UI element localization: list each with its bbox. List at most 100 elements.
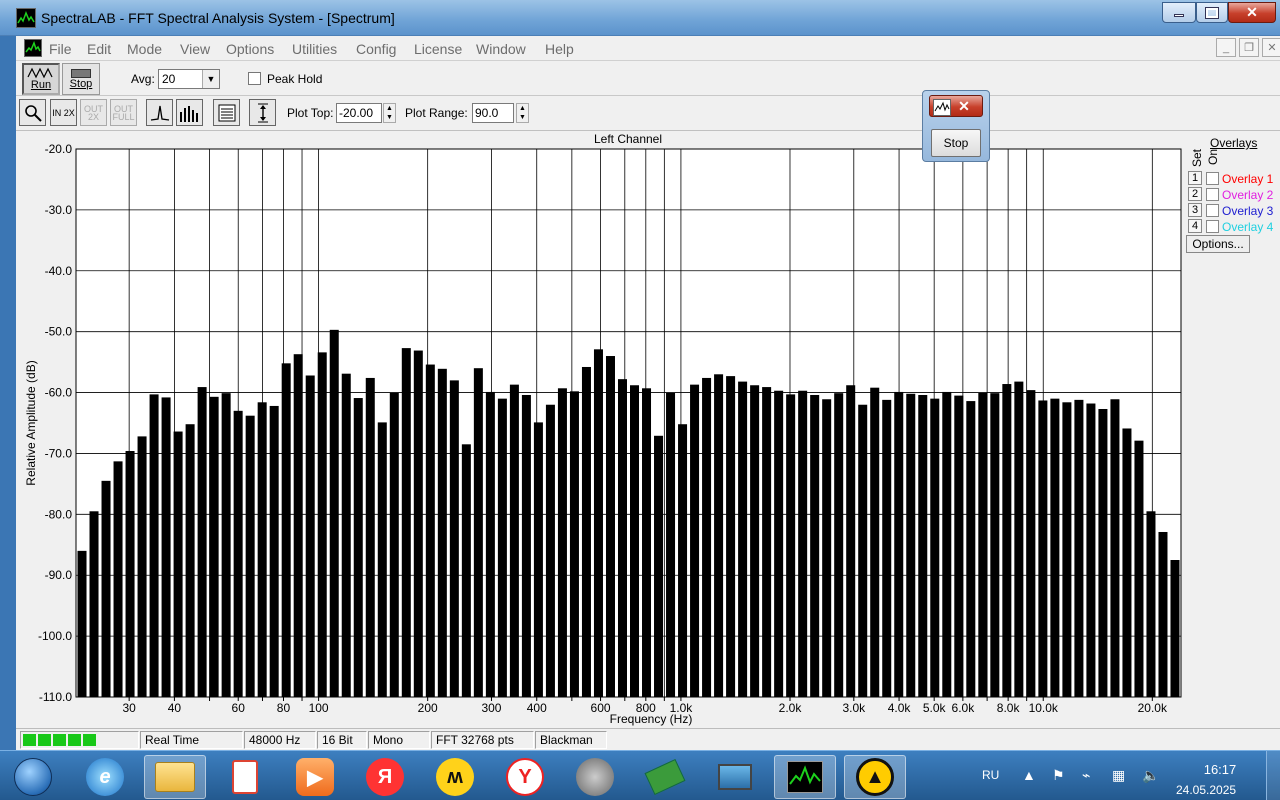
y-tick-label: -50.0 bbox=[45, 325, 73, 339]
overlay-on-checkbox[interactable] bbox=[1206, 220, 1219, 233]
x-tick-label: 4.0k bbox=[888, 701, 912, 715]
start-button[interactable] bbox=[4, 754, 62, 800]
chevron-down-icon[interactable]: ▼ bbox=[202, 70, 219, 88]
menu-window[interactable]: Window bbox=[476, 41, 526, 57]
taskbar-yandex[interactable]: Я bbox=[354, 755, 416, 799]
x-tick-label: 200 bbox=[418, 701, 438, 715]
run-button[interactable]: Run bbox=[22, 63, 60, 95]
maximize-icon bbox=[1205, 6, 1219, 19]
menu-options[interactable]: Options bbox=[226, 41, 274, 57]
taskbar-app-9[interactable] bbox=[634, 755, 696, 799]
taskbar-computer[interactable] bbox=[704, 755, 766, 799]
peak-hold-checkbox[interactable] bbox=[248, 72, 261, 85]
spectrum-bar bbox=[401, 348, 411, 697]
spectrum-bar bbox=[341, 373, 351, 697]
overlay-set-button[interactable]: 2 bbox=[1188, 187, 1202, 201]
overlays-title[interactable]: Overlays bbox=[1210, 136, 1257, 150]
y-tick-label: -100.0 bbox=[38, 629, 72, 643]
zoom-out-full-button[interactable]: OUT FULL bbox=[110, 99, 137, 126]
overlay-on-checkbox[interactable] bbox=[1206, 172, 1219, 185]
taskbar-media-player[interactable]: ▶ bbox=[284, 755, 346, 799]
menu-view[interactable]: View bbox=[180, 41, 210, 57]
spectrum-bar bbox=[137, 436, 147, 697]
taskbar-yandex-music[interactable]: ʍ bbox=[424, 755, 486, 799]
spectrum-bar bbox=[690, 384, 700, 697]
spectrum-bar bbox=[377, 422, 387, 697]
document-icon[interactable] bbox=[24, 39, 42, 57]
spectrum-bar bbox=[521, 394, 531, 697]
spectrum-bar bbox=[906, 393, 916, 697]
line-plot-button[interactable] bbox=[146, 99, 173, 126]
level-led bbox=[38, 734, 51, 746]
level-led bbox=[83, 734, 96, 746]
x-tick-label: 6.0k bbox=[952, 701, 976, 715]
menu-edit[interactable]: Edit bbox=[87, 41, 111, 57]
overlay-set-button[interactable]: 3 bbox=[1188, 203, 1202, 217]
tray-expand-icon[interactable]: ▲ bbox=[1022, 767, 1036, 783]
spectrum-bar bbox=[882, 399, 892, 697]
spectralab-app-icon[interactable] bbox=[16, 8, 36, 28]
mdi-restore-button[interactable]: ❐ bbox=[1239, 38, 1259, 57]
taskbar: e ▶ Я ʍ Y ▲ RU ▲ ⚑ ⌁ ▦ 🔈 16:17 24.05.202… bbox=[0, 750, 1280, 800]
status-bit-depth: 16 Bit bbox=[317, 731, 367, 749]
spectrum-bar bbox=[858, 404, 868, 697]
plot-range-spinner[interactable]: ▲ ▼ bbox=[516, 103, 529, 123]
spectrum-bar bbox=[1026, 390, 1036, 697]
maximize-button[interactable] bbox=[1196, 2, 1228, 23]
menu-mode[interactable]: Mode bbox=[127, 41, 162, 57]
data-table-button[interactable] bbox=[213, 99, 240, 126]
overlay-options-button[interactable]: Options... bbox=[1186, 235, 1250, 253]
network-icon[interactable]: ▦ bbox=[1112, 767, 1125, 784]
spectrum-bar bbox=[545, 404, 555, 697]
zoom-out-2x-button[interactable]: OUT 2X bbox=[80, 99, 107, 126]
language-indicator[interactable]: RU bbox=[982, 768, 999, 782]
plot-top-input[interactable]: -20.00 bbox=[336, 103, 382, 123]
taskbar-yandex-browser[interactable]: Y bbox=[494, 755, 556, 799]
clock-time[interactable]: 16:17 bbox=[1196, 762, 1244, 777]
volume-icon[interactable]: 🔈 bbox=[1142, 767, 1159, 784]
menu-help[interactable]: Help bbox=[545, 41, 574, 57]
taskbar-app-12[interactable]: ▲ bbox=[844, 755, 906, 799]
taskbar-spectralab[interactable] bbox=[774, 755, 836, 799]
clock-date[interactable]: 24.05.2025 bbox=[1176, 783, 1236, 797]
status-bar: Real Time 48000 Hz 16 Bit Mono FFT 32768… bbox=[16, 728, 1280, 750]
zoom-full-label: OUT FULL bbox=[112, 103, 135, 122]
status-sample-rate: 48000 Hz bbox=[244, 731, 316, 749]
menu-utilities[interactable]: Utilities bbox=[292, 41, 337, 57]
window-titlebar[interactable]: SpectraLAB - FFT Spectral Analysis Syste… bbox=[0, 0, 1280, 36]
mdi-minimize-button[interactable]: _ bbox=[1216, 38, 1236, 57]
menu-file[interactable]: File bbox=[49, 41, 72, 57]
spectrum-bar bbox=[485, 391, 495, 697]
taskbar-ie[interactable]: e bbox=[74, 755, 136, 799]
overlay-on-checkbox[interactable] bbox=[1206, 204, 1219, 217]
action-center-flag-icon[interactable]: ⚑ bbox=[1052, 767, 1065, 784]
mdi-close-button[interactable]: ✕ bbox=[1262, 38, 1280, 57]
plot-top-spinner[interactable]: ▲ ▼ bbox=[383, 103, 396, 123]
spectrum-bar bbox=[1122, 428, 1132, 697]
menu-config[interactable]: Config bbox=[356, 41, 396, 57]
menu-license[interactable]: License bbox=[414, 41, 462, 57]
overlay-set-button[interactable]: 4 bbox=[1188, 219, 1202, 233]
overlay-set-button[interactable]: 1 bbox=[1188, 171, 1202, 185]
taskbar-app-8[interactable] bbox=[564, 755, 626, 799]
stop-button[interactable]: Stop bbox=[931, 129, 981, 157]
spectrum-bar bbox=[702, 377, 712, 697]
show-desktop-button[interactable] bbox=[1266, 751, 1280, 800]
power-icon[interactable]: ⌁ bbox=[1082, 767, 1090, 784]
zoom-button[interactable] bbox=[19, 99, 46, 126]
overlay-on-checkbox[interactable] bbox=[1206, 188, 1219, 201]
overlay-label: Overlay 2 bbox=[1222, 188, 1274, 202]
taskbar-explorer[interactable] bbox=[144, 755, 206, 799]
plot-range-input[interactable]: 90.0 bbox=[472, 103, 514, 123]
stop-toolbar-button[interactable]: Stop bbox=[62, 63, 100, 95]
zoom-in-2x-button[interactable]: IN 2X bbox=[50, 99, 77, 126]
autoscale-button[interactable] bbox=[249, 99, 276, 126]
windows-logo-icon bbox=[14, 758, 52, 796]
spectrum-bar bbox=[1098, 408, 1108, 697]
close-button[interactable]: ✕ bbox=[1228, 2, 1276, 23]
minimize-button[interactable] bbox=[1162, 2, 1196, 23]
taskbar-app-3[interactable] bbox=[214, 755, 276, 799]
bar-plot-button[interactable] bbox=[176, 99, 203, 126]
spectrum-bar bbox=[1170, 560, 1180, 697]
spectrum-chart[interactable]: -20.0 -30.0 -40.0 -50.0 -60.0 -70.0 -80.0 -90.0… bbox=[16, 131, 1186, 729]
